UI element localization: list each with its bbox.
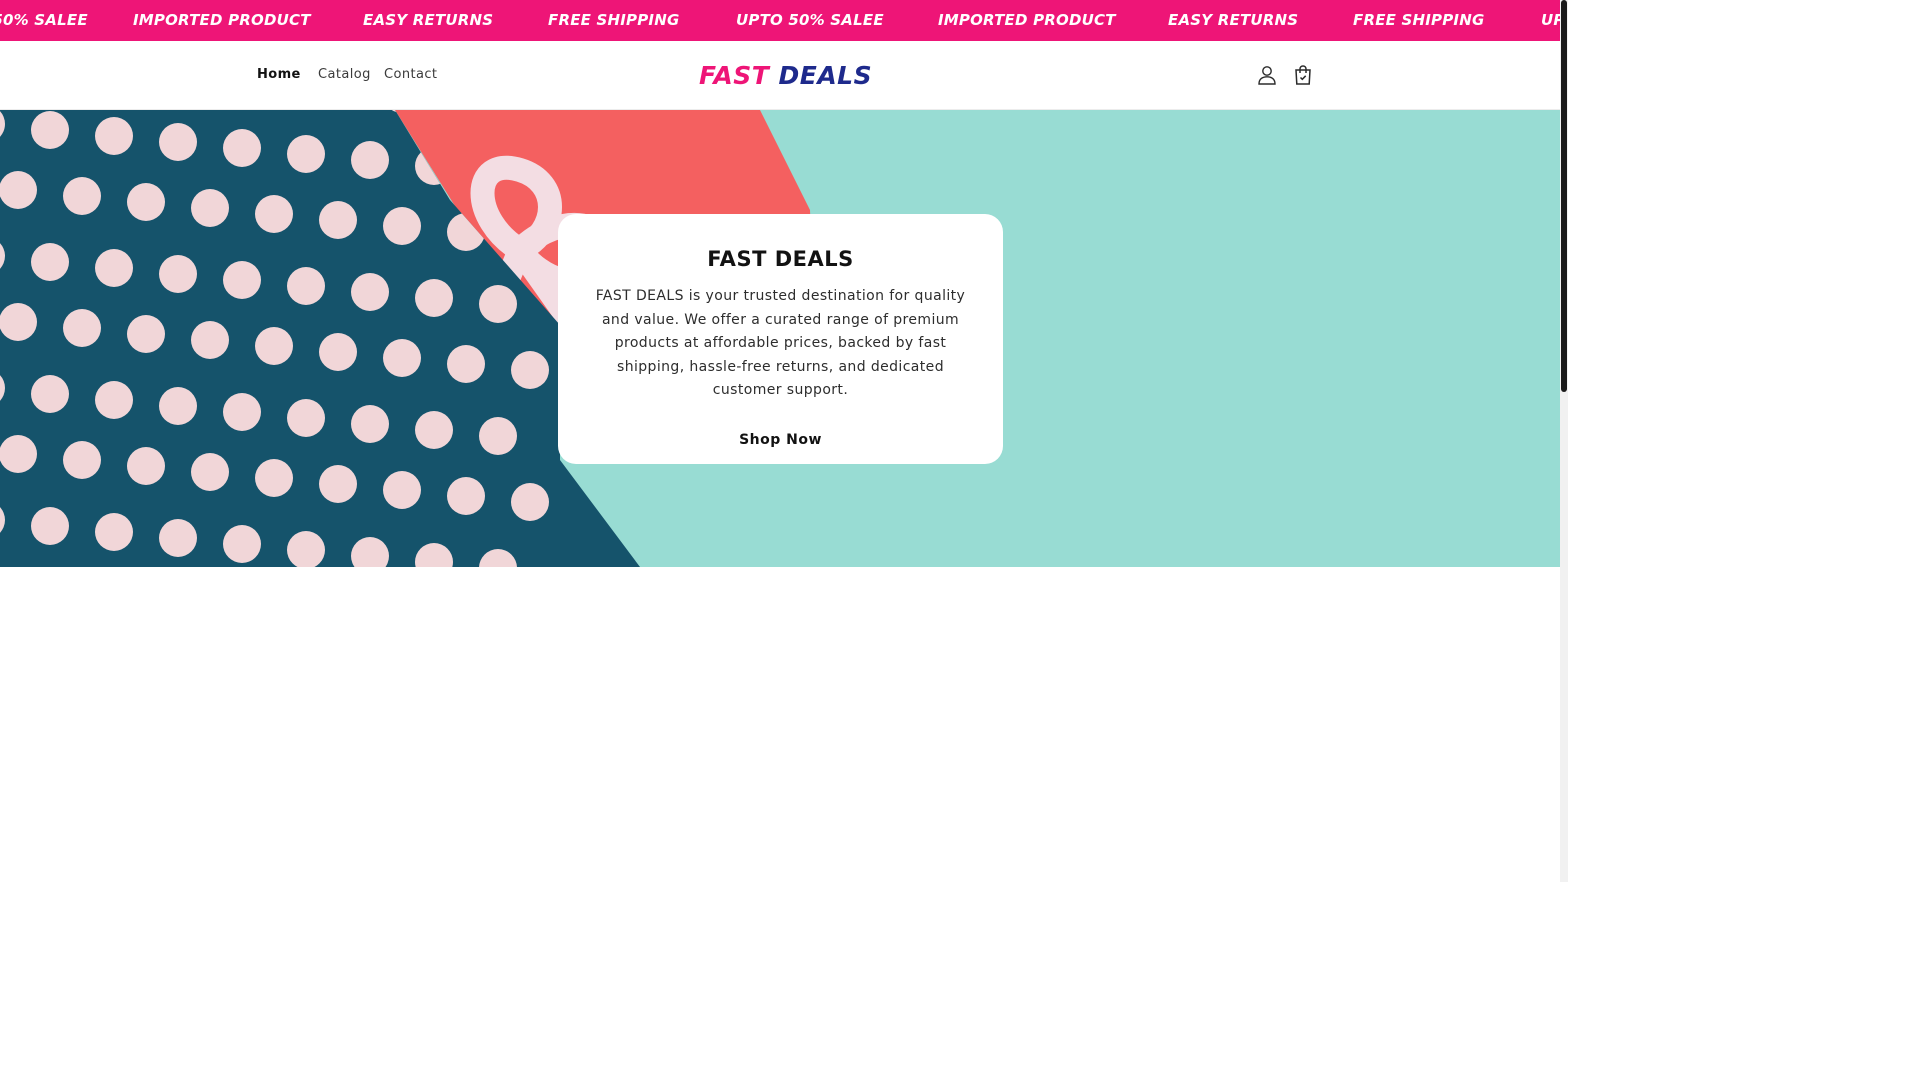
logo-word-fast: FAST (699, 61, 770, 90)
polka-dot (31, 111, 69, 149)
polka-dot (95, 117, 133, 155)
polka-dot (479, 285, 517, 323)
polka-dot (95, 513, 133, 551)
polka-dot (255, 195, 293, 233)
shop-now-button[interactable]: Shop Now (725, 426, 836, 454)
polka-dot (191, 189, 229, 227)
polka-dot (95, 381, 133, 419)
scrollbar[interactable] (1560, 0, 1568, 882)
nav-home-link[interactable]: Home (257, 41, 301, 109)
site-logo[interactable]: FAST DEALS (699, 59, 872, 93)
hero-card: FAST DEALS FAST DEALS is your trusted de… (558, 214, 1003, 464)
polka-dot (383, 339, 421, 377)
polka-dot (287, 135, 325, 173)
nav-contact-link[interactable]: Contact (384, 41, 437, 109)
polka-dot (255, 327, 293, 365)
announcement-item: UPTO 50% SALEE (1541, 11, 1560, 29)
polka-dot (511, 483, 549, 521)
polka-dot (127, 447, 165, 485)
polka-dot (383, 207, 421, 245)
hero-banner: FAST DEALS FAST DEALS is your trusted de… (0, 110, 1560, 567)
announcement-item: FREE SHIPPING (1353, 11, 1485, 29)
polka-dot (319, 333, 357, 371)
announcement-item: UPTO 50% SALEE (736, 11, 884, 29)
polka-dot (95, 249, 133, 287)
polka-dot (159, 255, 197, 293)
hero-description: FAST DEALS is your trusted destination f… (595, 288, 966, 398)
polka-dot (287, 399, 325, 437)
polka-dot (447, 345, 485, 383)
polka-dot (223, 261, 261, 299)
polka-dot (415, 279, 453, 317)
polka-dot (415, 411, 453, 449)
polka-dot (223, 393, 261, 431)
polka-dot (31, 375, 69, 413)
announcement-item: IMPORTED PRODUCT (133, 11, 311, 29)
hero-title: FAST DEALS (707, 247, 854, 271)
polka-dot (383, 471, 421, 509)
polka-dot (31, 243, 69, 281)
polka-dot (159, 519, 197, 557)
polka-dot (127, 183, 165, 221)
polka-dot (0, 171, 37, 209)
polka-dot (223, 129, 261, 167)
polka-dot (255, 459, 293, 497)
polka-dot (319, 465, 357, 503)
polka-dot (159, 123, 197, 161)
polka-dot (351, 405, 389, 443)
polka-dot (223, 525, 261, 563)
polka-dot (63, 309, 101, 347)
polka-dot (351, 141, 389, 179)
site-header: Home Catalog Contact FAST DEALS (0, 41, 1560, 110)
logo-word-deals: DEALS (778, 61, 873, 90)
polka-dot (287, 267, 325, 305)
announcement-item: IMPORTED PRODUCT (938, 11, 1116, 29)
announcement-item: UPTO 50% SALEE (0, 11, 88, 29)
polka-dot (63, 441, 101, 479)
polka-dot (319, 201, 357, 239)
scrollbar-thumb[interactable] (1561, 0, 1567, 392)
polka-dot (191, 321, 229, 359)
polka-dot (479, 417, 517, 455)
polka-dot (0, 435, 37, 473)
polka-dot (511, 351, 549, 389)
polka-dot (0, 303, 37, 341)
polka-dot (191, 453, 229, 491)
announcement-item: EASY RETURNS (1168, 11, 1299, 29)
polka-dot (31, 507, 69, 545)
polka-dot (127, 315, 165, 353)
nav-catalog-link[interactable]: Catalog (318, 41, 371, 109)
announcement-item: EASY RETURNS (363, 11, 494, 29)
announcement-bar: UPTO 50% SALEE IMPORTED PRODUCT EASY RET… (0, 0, 1560, 41)
account-icon[interactable] (1255, 63, 1279, 87)
polka-dot (447, 477, 485, 515)
cart-icon[interactable] (1291, 63, 1315, 87)
polka-dot (159, 387, 197, 425)
polka-dot (351, 273, 389, 311)
polka-dot (63, 177, 101, 215)
announcement-item: FREE SHIPPING (548, 11, 680, 29)
